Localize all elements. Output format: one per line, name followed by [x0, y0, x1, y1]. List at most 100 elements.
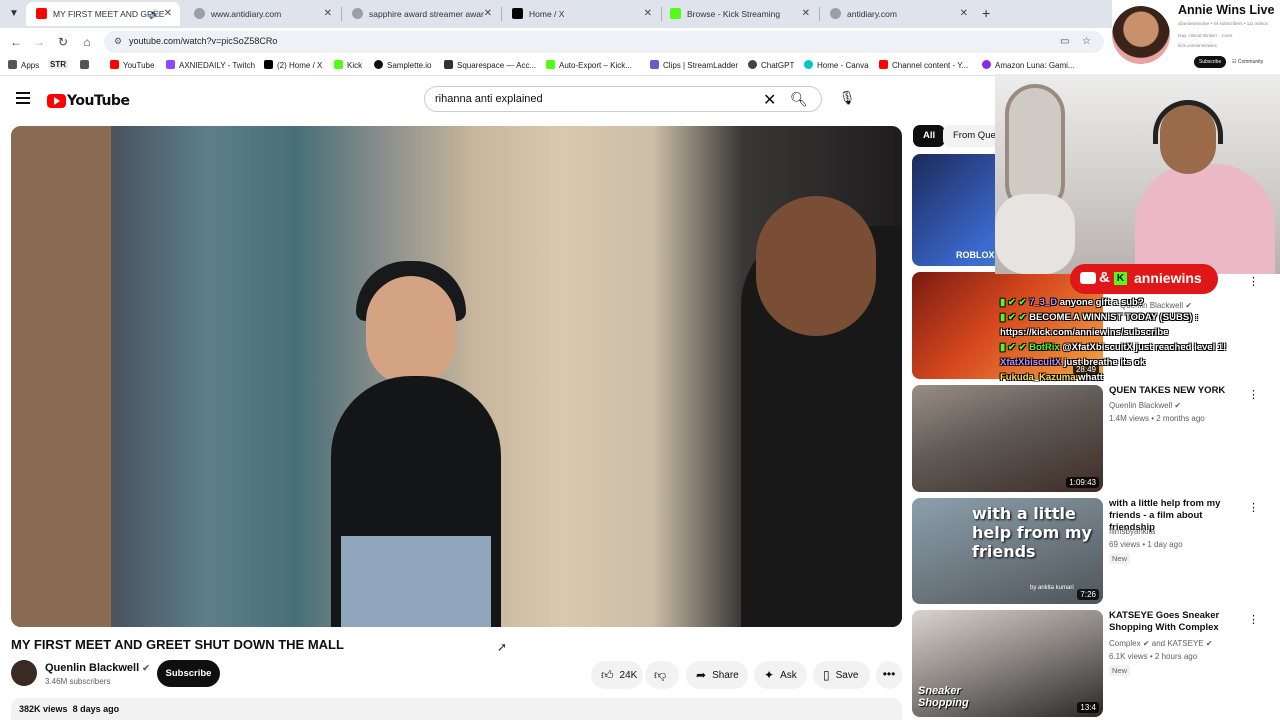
rec-channel: filmsbyankita [1109, 527, 1156, 536]
rec-more-icon[interactable]: ⋮ [1248, 275, 1259, 288]
microphone-icon[interactable]: 🎙︎ [838, 90, 856, 108]
bookmark-channel-content[interactable]: Channel content - Y... [879, 60, 968, 70]
tab-close-icon[interactable]: ✕ [802, 2, 810, 26]
browser-tab[interactable]: sapphire award streamer awar ✕ [342, 2, 500, 26]
squarespace-icon [444, 60, 453, 69]
subscribe-button[interactable]: Subscribe [157, 660, 220, 687]
streamer-card-line: @anniewinslive • 44 subscribers • 111 vi… [1178, 21, 1268, 26]
bookmark-apps[interactable]: Apps [8, 60, 39, 70]
rec-thumbnail[interactable]: Sneaker Shopping 13:4 [912, 610, 1103, 717]
duration-badge: 13:4 [1077, 702, 1099, 713]
more-actions-icon[interactable]: ••• [876, 661, 902, 689]
streamer-handle: anniewins [1134, 270, 1202, 286]
browser-tab[interactable]: Home / X ✕ [502, 2, 660, 26]
rec-title[interactable]: KATSEYE Goes Sneaker Shopping With Compl… [1109, 610, 1249, 634]
clear-search-icon[interactable]: ✕ [763, 90, 776, 110]
like-button[interactable]: 👍︎ 24K [591, 661, 643, 689]
youtube-icon [110, 60, 119, 69]
youtube-play-icon [47, 93, 66, 108]
new-badge: New [1109, 553, 1131, 564]
rec-title[interactable]: QUEN TAKES NEW YORK [1109, 385, 1249, 397]
new-tab-plus-icon[interactable]: + [982, 5, 990, 21]
site-settings-icon[interactable]: ⚙ [114, 36, 122, 47]
browser-tab[interactable]: Browse - Kick Streaming ✕ [660, 2, 818, 26]
home-icon[interactable]: ⌂ [79, 34, 95, 50]
omnibox[interactable]: ⚙ youtube.com/watch?v=picSoZ58CRo ▭ ☆ [104, 31, 1104, 53]
rec-more-icon[interactable]: ⋮ [1248, 388, 1259, 401]
channel-name[interactable]: Quenlin Blackwell [45, 662, 139, 674]
verified-check-icon: ✔ [142, 663, 150, 673]
duration-badge: 1:09:43 [1066, 477, 1099, 488]
tab-close-icon[interactable]: ✕ [484, 2, 492, 26]
verified-check-icon: ✔ [1174, 401, 1182, 410]
video-title: MY FIRST MEET AND GREET SHUT DOWN THE MA… [11, 637, 344, 652]
chatgpt-icon [748, 60, 757, 69]
search-input[interactable]: rihanna anti explained [435, 93, 543, 105]
back-arrow-icon[interactable]: ← [8, 34, 24, 50]
tab-search-icon[interactable]: ▼ [6, 6, 22, 22]
browser-tab[interactable]: MY FIRST MEET AND GREE 🔊 ✕ [26, 2, 180, 26]
x-favicon-icon [512, 8, 523, 19]
bookmark-str[interactable]: STR [48, 60, 68, 69]
ask-button[interactable]: ✦ Ask [754, 661, 807, 689]
tab-close-icon[interactable]: ✕ [960, 2, 968, 26]
bookmark-kick[interactable]: Kick [334, 60, 362, 70]
tab-close-icon[interactable]: ✕ [324, 2, 332, 26]
rec-channel: Complex ✔ and KATSEYE ✔ [1109, 639, 1213, 648]
tab-close-icon[interactable]: ✕ [644, 2, 652, 26]
thumbnail-text: ROBLOX [956, 250, 995, 260]
rec-more-icon[interactable]: ⋮ [1248, 501, 1259, 514]
save-button[interactable]: ▯ Save [813, 661, 870, 689]
chip-from-channel[interactable]: From Que [943, 125, 1003, 147]
youtube-favicon-icon [36, 8, 47, 19]
thumbnail-text: Sneaker Shopping [918, 685, 969, 709]
bookmark-x[interactable]: (2) Home / X [264, 60, 322, 70]
streamer-avatar [1112, 6, 1170, 64]
chat-message: ▮ ✔ ✔ BotRix @XfatXbiscuitX just reached… [1000, 342, 1227, 353]
install-app-icon[interactable]: ▭ [1060, 36, 1069, 47]
apps-grid-icon [8, 60, 17, 69]
streamer-subscribe-button: Subscribe [1194, 56, 1227, 68]
dislike-button[interactable]: 👎︎ [645, 661, 679, 689]
browser-tab[interactable]: antidiary.com ✕ [820, 2, 976, 26]
youtube-logo[interactable]: YouTube [47, 92, 130, 110]
browser-tab[interactable]: www.antidiary.com ✕ [184, 2, 340, 26]
bookmark-chatgpt[interactable]: ChatGPT [748, 60, 794, 70]
bookmark-canva[interactable]: Home - Canva [804, 60, 869, 70]
reload-icon[interactable]: ↻ [55, 34, 71, 50]
rec-thumbnail[interactable]: with a little help from my friends by an… [912, 498, 1103, 604]
rec-meta: 6.1K views • 2 hours ago [1109, 652, 1198, 661]
bookmark-auto-export[interactable]: Auto-Export – Kick... [546, 60, 632, 70]
video-player[interactable] [11, 126, 902, 627]
bookmark-streamladder[interactable]: Clips | StreamLadder [650, 60, 738, 70]
description-box[interactable] [11, 698, 902, 720]
rec-thumbnail[interactable]: 1:09:43 [912, 385, 1103, 492]
browser-tab-strip: ▼ MY FIRST MEET AND GREE 🔊 ✕ www.antidia… [0, 0, 1280, 28]
bookmark-grid[interactable] [80, 60, 93, 70]
new-badge: New [1109, 665, 1131, 676]
bookmark-youtube[interactable]: YouTube [110, 60, 154, 70]
rec-more-icon[interactable]: ⋮ [1248, 613, 1259, 626]
bookmark-samplette[interactable]: Samplette.io [374, 60, 431, 70]
verified-check-icon: ✔ [1142, 639, 1150, 648]
bookmark-star-icon[interactable]: ☆ [1082, 36, 1091, 47]
bookmark-twitch[interactable]: AXNIEDAILY - Twitch [166, 60, 255, 70]
tab-close-icon[interactable]: ✕ [164, 2, 172, 26]
menu-icon[interactable] [16, 92, 30, 104]
channel-avatar[interactable] [11, 660, 37, 686]
streamladder-icon [650, 60, 659, 69]
search-box[interactable]: rihanna anti explained ✕ 🔍︎ [424, 86, 822, 112]
bookmark-squarespace[interactable]: Squarespace — Acc... [444, 60, 536, 70]
rec-meta: 1.4M views • 2 months ago [1109, 414, 1205, 423]
bookmarks-bar: Apps STR YouTube AXNIEDAILY - Twitch (2)… [0, 56, 1280, 76]
forward-arrow-icon[interactable]: → [31, 34, 47, 50]
verified-check-icon: ✔ [1205, 639, 1213, 648]
chip-all[interactable]: All [913, 125, 946, 147]
tab-audio-icon[interactable]: 🔊 [149, 2, 160, 26]
search-icon[interactable]: 🔍︎ [790, 91, 808, 108]
url-text[interactable]: youtube.com/watch?v=picSoZ58CRo [129, 36, 277, 46]
channel-name-row[interactable]: Quenlin Blackwell ✔ [45, 662, 150, 674]
bookmark-amazon-luna[interactable]: Amazon Luna: Gami... [982, 60, 1075, 70]
share-button[interactable]: ➦ Share [686, 661, 748, 689]
webcam-overlay [995, 74, 1280, 274]
